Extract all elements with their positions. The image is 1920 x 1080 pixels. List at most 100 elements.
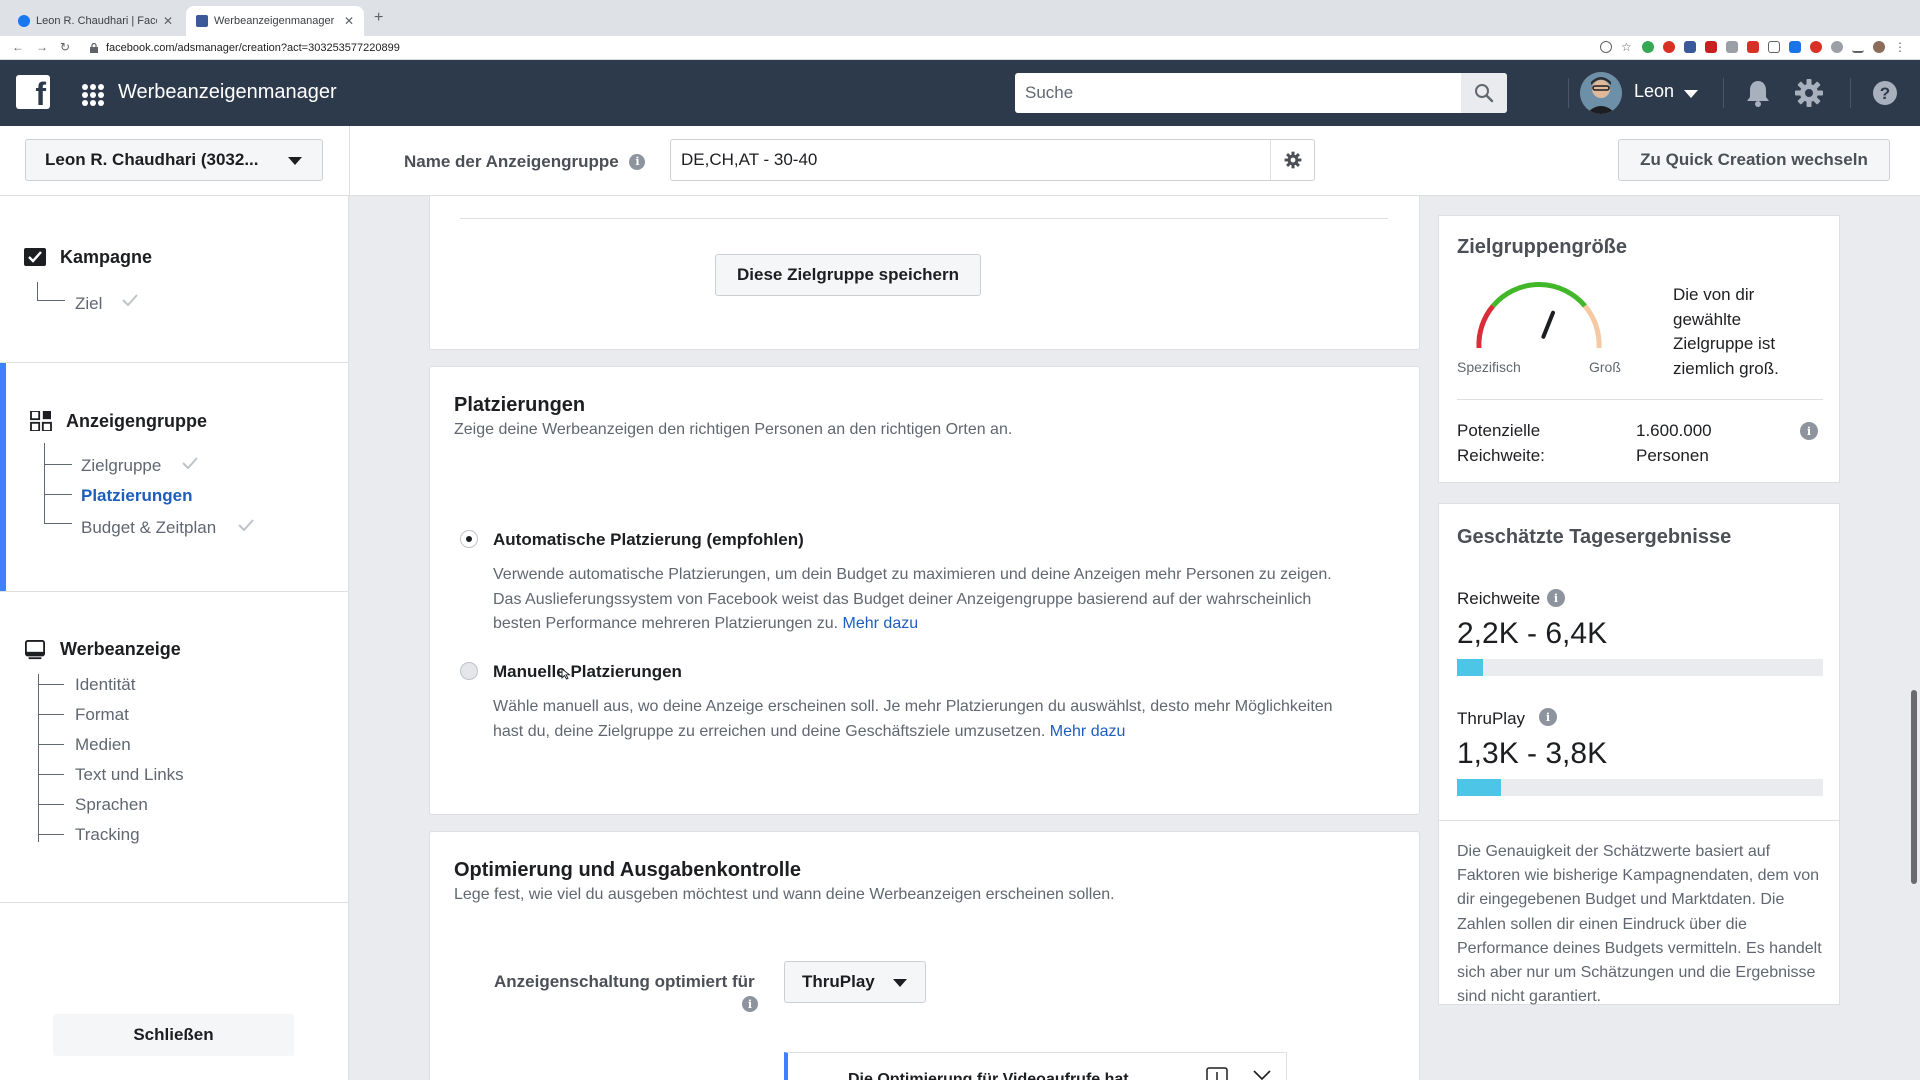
sidebar-item-sprachen[interactable]: Sprachen	[75, 795, 148, 815]
reading-list-icon[interactable]	[1852, 41, 1864, 53]
creation-sidebar: Kampagne Ziel Anzeigengruppe Zielgruppe …	[0, 196, 349, 1080]
sidebar-item-format[interactable]: Format	[75, 705, 129, 725]
info-icon[interactable]: i	[1539, 708, 1557, 726]
sidebar-section-adset[interactable]: Anzeigengruppe Zielgruppe Platzierungen …	[0, 363, 349, 591]
manual-placement-label[interactable]: Manuelle Platzierungen	[493, 662, 682, 682]
profile-avatar-icon[interactable]	[1873, 41, 1885, 53]
chevron-down-icon[interactable]	[1252, 1069, 1272, 1080]
tree-line	[38, 684, 64, 685]
tree-line	[37, 300, 65, 301]
creation-subheader: Leon R. Chaudhari (3032... Name der Anze…	[0, 126, 1920, 196]
save-audience-button[interactable]: Diese Zielgruppe speichern	[715, 254, 981, 296]
adset-name-input[interactable]	[671, 140, 1271, 180]
extension-icon[interactable]	[1726, 41, 1738, 53]
page-scrollbar[interactable]	[1911, 690, 1917, 884]
divider	[1457, 399, 1823, 400]
extension-icon[interactable]	[1747, 41, 1759, 53]
optimization-goal-dropdown[interactable]: ThruPlay	[784, 961, 926, 1003]
info-icon[interactable]: i	[742, 996, 758, 1012]
menu-dots-icon[interactable]: ⋮	[1894, 41, 1906, 53]
auto-placement-label[interactable]: Automatische Platzierung (empfohlen)	[493, 530, 804, 550]
video-optimization-notice: Die Optimierung für Videoaufrufe hat	[784, 1052, 1287, 1080]
divider	[1439, 820, 1839, 821]
info-icon[interactable]: i	[1800, 422, 1818, 440]
app-grid-icon[interactable]	[82, 84, 104, 106]
sidebar-section-title: Kampagne	[60, 247, 153, 267]
close-button[interactable]: Schließen	[53, 1014, 294, 1056]
new-tab-icon[interactable]: +	[374, 9, 383, 27]
daily-results-card: Geschätzte Tagesergebnisse Reichweite i …	[1438, 503, 1840, 1005]
chevron-down-icon	[893, 979, 907, 987]
adset-name-field	[670, 139, 1315, 181]
star-icon[interactable]: ☆	[1621, 41, 1633, 53]
tree-line	[38, 744, 64, 745]
auto-placement-radio[interactable]	[460, 530, 478, 548]
sidebar-section-campaign[interactable]: Kampagne Ziel	[0, 196, 349, 362]
browser-tab-adsmanager[interactable]: Werbeanzeigenmanager - Cre ✕	[186, 6, 364, 36]
optimization-card: Optimierung und Ausgabenkontrolle Lege f…	[429, 831, 1420, 1080]
close-tab-icon[interactable]: ✕	[163, 14, 173, 28]
sidebar-item-identitaet[interactable]: Identität	[75, 675, 136, 695]
avatar[interactable]	[1580, 72, 1622, 114]
estimate-note: Die Genauigkeit der Schätzwerte basiert …	[1457, 843, 1822, 1006]
sidebar-item-ziel[interactable]: Ziel	[75, 294, 102, 314]
bell-icon[interactable]	[1743, 78, 1773, 108]
info-box-icon[interactable]	[1206, 1067, 1228, 1080]
search-button[interactable]	[1461, 73, 1507, 113]
extension-icon[interactable]	[1684, 41, 1696, 53]
potential-reach-label: Potenzielle Reichweite:	[1457, 421, 1545, 465]
extension-icon[interactable]	[1705, 41, 1717, 53]
sidebar-item-text-links[interactable]: Text und Links	[75, 765, 184, 785]
back-icon[interactable]: ←	[12, 40, 24, 54]
sidebar-item-tracking[interactable]: Tracking	[75, 825, 140, 845]
help-icon[interactable]: ?	[1872, 80, 1898, 106]
auto-placement-learn-more-link[interactable]: Mehr dazu	[843, 615, 919, 632]
chevron-down-icon[interactable]	[1684, 90, 1698, 98]
extension-icon[interactable]	[1810, 41, 1822, 53]
facebook-favicon-icon	[18, 15, 30, 27]
info-icon[interactable]: i	[629, 153, 646, 170]
info-icon[interactable]: i	[1547, 589, 1565, 607]
placements-title: Platzierungen	[454, 394, 586, 416]
thruplay-bar-fill	[1457, 779, 1501, 796]
checkmark-icon	[182, 457, 198, 469]
url-text[interactable]: facebook.com/adsmanager/creation?act=303…	[106, 42, 400, 54]
sidebar-section-ad[interactable]: Werbeanzeige Identität Format Medien Tex…	[0, 592, 349, 902]
divider	[460, 218, 1388, 219]
reload-icon[interactable]: ↻	[60, 40, 70, 54]
reach-label: Reichweite	[1457, 589, 1541, 608]
reach-range: 2,2K - 6,4K	[1457, 617, 1608, 650]
sidebar-item-platzierungen[interactable]: Platzierungen	[81, 486, 192, 506]
manual-placement-learn-more-link[interactable]: Mehr dazu	[1050, 723, 1126, 740]
extension-icon[interactable]	[1642, 41, 1654, 53]
optimization-goal-value: ThruPlay	[802, 972, 875, 991]
gear-icon[interactable]	[1794, 78, 1824, 108]
browser-tab-title: Werbeanzeigenmanager - Cre	[214, 15, 338, 27]
sidebar-item-medien[interactable]: Medien	[75, 735, 131, 755]
tree-line	[38, 714, 64, 715]
extension-icon[interactable]	[1831, 41, 1843, 53]
search-input[interactable]	[1015, 73, 1461, 113]
forward-icon[interactable]: →	[36, 40, 48, 54]
close-tab-icon[interactable]: ✕	[344, 14, 354, 28]
divider	[1568, 78, 1569, 108]
extension-icon[interactable]	[1663, 41, 1675, 53]
ad-monitor-icon	[25, 640, 45, 660]
sidebar-item-budget[interactable]: Budget & Zeitplan	[81, 518, 216, 538]
naming-settings-button[interactable]	[1270, 140, 1314, 180]
extension-icon[interactable]	[1768, 41, 1780, 53]
tree-line	[38, 834, 64, 835]
manual-placement-radio[interactable]	[460, 662, 478, 680]
browser-tab-facebook[interactable]: Leon R. Chaudhari | Facebook ✕	[8, 6, 183, 36]
browser-tab-title: Leon R. Chaudhari | Facebook	[36, 15, 157, 27]
facebook-logo-icon[interactable]: f	[16, 75, 50, 110]
app-title[interactable]: Werbeanzeigenmanager	[118, 81, 337, 104]
sidebar-item-zielgruppe[interactable]: Zielgruppe	[81, 456, 161, 476]
account-selector[interactable]: Leon R. Chaudhari (3032...	[25, 139, 323, 181]
zoom-icon[interactable]	[1600, 41, 1612, 53]
adset-grid-icon	[30, 411, 52, 431]
extension-icon[interactable]	[1789, 41, 1801, 53]
user-name[interactable]: Leon	[1634, 81, 1674, 102]
quick-creation-button[interactable]: Zu Quick Creation wechseln	[1618, 139, 1890, 181]
divider	[349, 126, 350, 196]
